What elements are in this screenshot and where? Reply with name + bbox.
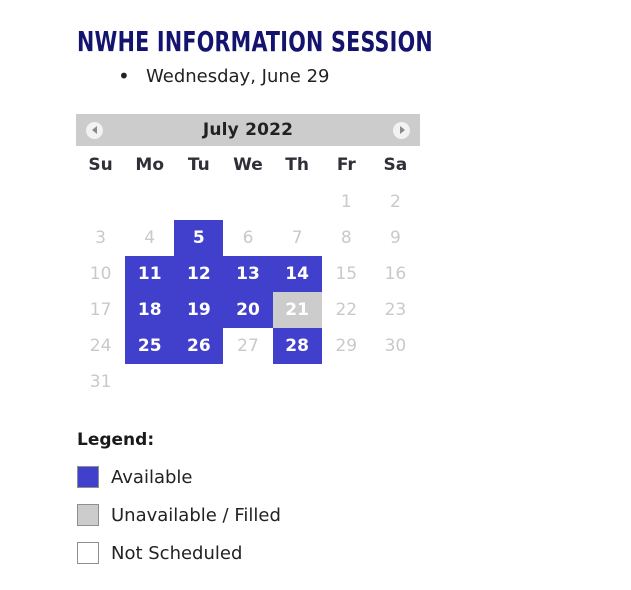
- calendar-day-cell[interactable]: 19: [174, 292, 224, 328]
- legend-row: Unavailable / Filled: [77, 496, 477, 534]
- calendar-day-cell: 31: [76, 364, 126, 400]
- calendar-day-cell: 15: [321, 256, 371, 292]
- calendar-day-cell: 10: [76, 256, 126, 292]
- calendar-day-cell: 7: [272, 220, 322, 256]
- calendar-day-cell: 30: [370, 328, 420, 364]
- calendar-day-cell[interactable]: 14: [272, 256, 322, 292]
- day-header-su: Su: [88, 155, 113, 175]
- calendar-day-cell: 22: [321, 292, 371, 328]
- calendar-day-cell: 4: [125, 220, 175, 256]
- calendar-day-cell: 24: [76, 328, 126, 364]
- calendar-day-cell[interactable]: 5: [174, 220, 224, 256]
- calendar-cell-empty: [125, 364, 175, 400]
- calendar-day-cell: 6: [223, 220, 273, 256]
- legend-label: Unavailable / Filled: [111, 504, 281, 526]
- calendar-day-cell[interactable]: 11: [125, 256, 175, 292]
- legend-label: Not Scheduled: [111, 542, 243, 564]
- day-header-we: We: [233, 155, 263, 175]
- calendar-day-headers: Su Mo Tu We Th Fr Sa: [76, 146, 420, 184]
- calendar-day-cell[interactable]: 18: [125, 292, 175, 328]
- calendar-day-cell[interactable]: 28: [272, 328, 322, 364]
- calendar-day-cell: 3: [76, 220, 126, 256]
- calendar-cell-empty: [272, 184, 322, 220]
- page-root: NWHE INFORMATION SESSION Wednesday, June…: [0, 0, 631, 590]
- calendar-cell-empty: [223, 364, 273, 400]
- calendar-cell-empty: [174, 184, 224, 220]
- availability-calendar: July 2022 Su Mo Tu We Th Fr Sa 1 2 3 4 5 6 7 8 9 10 11 12…: [76, 114, 420, 400]
- day-header-th: Th: [285, 155, 309, 175]
- calendar-cell-empty: [223, 184, 273, 220]
- calendar-day-cell: 29: [321, 328, 371, 364]
- legend-label: Available: [111, 466, 193, 488]
- calendar-cell-empty: [272, 364, 322, 400]
- calendar-day-cell: 8: [321, 220, 371, 256]
- calendar-cell-empty: [76, 184, 126, 220]
- calendar-day-cell[interactable]: 26: [174, 328, 224, 364]
- list-item: Wednesday, June 29: [118, 63, 329, 90]
- calendar-day-cell[interactable]: 13: [223, 256, 273, 292]
- calendar-cell-empty: [370, 364, 420, 400]
- calendar-day-cell: 21: [272, 292, 322, 328]
- page-title: NWHE INFORMATION SESSION: [77, 24, 433, 58]
- calendar-day-cell[interactable]: 20: [223, 292, 273, 328]
- legend-swatch-filled: [77, 504, 99, 526]
- calendar-legend: Legend: Available Unavailable / Filled Not…: [77, 430, 477, 572]
- calendar-day-cell[interactable]: 12: [174, 256, 224, 292]
- day-header-sa: Sa: [383, 155, 408, 175]
- calendar-day-cell: 1: [321, 184, 371, 220]
- next-arrow-glyph: [399, 126, 405, 134]
- calendar-day-cell: 23: [370, 292, 420, 328]
- day-header-mo: Mo: [135, 155, 165, 175]
- chevron-left-circle-icon[interactable]: [86, 121, 103, 139]
- calendar-cell-empty: [321, 364, 371, 400]
- prev-arrow-glyph: [91, 126, 97, 134]
- calendar-day-cell: 9: [370, 220, 420, 256]
- chevron-right-circle-icon[interactable]: [393, 121, 410, 139]
- legend-title: Legend:: [77, 430, 155, 450]
- calendar-cell-empty: [125, 184, 175, 220]
- calendar-days-grid: 1 2 3 4 5 6 7 8 9 10 11 12 13 14 15 16 17 18 19 20 21 22 23 24 2…: [76, 184, 420, 400]
- day-header-tu: Tu: [187, 155, 210, 175]
- calendar-day-cell[interactable]: 25: [125, 328, 175, 364]
- legend-items: Available Unavailable / Filled Not Schedul…: [77, 458, 477, 572]
- calendar-header: July 2022: [76, 114, 420, 146]
- legend-row: Not Scheduled: [77, 534, 477, 572]
- day-header-fr: Fr: [336, 155, 356, 175]
- legend-row: Available: [77, 458, 477, 496]
- calendar-month-label: July 2022: [202, 120, 294, 140]
- calendar-day-cell: 27: [223, 328, 273, 364]
- legend-swatch-not-scheduled: [77, 542, 99, 564]
- calendar-day-cell: 16: [370, 256, 420, 292]
- calendar-cell-empty: [174, 364, 224, 400]
- legend-swatch-available: [77, 466, 99, 488]
- calendar-day-cell: 17: [76, 292, 126, 328]
- session-date-list: Wednesday, June 29: [118, 63, 329, 90]
- calendar-day-cell: 2: [370, 184, 420, 220]
